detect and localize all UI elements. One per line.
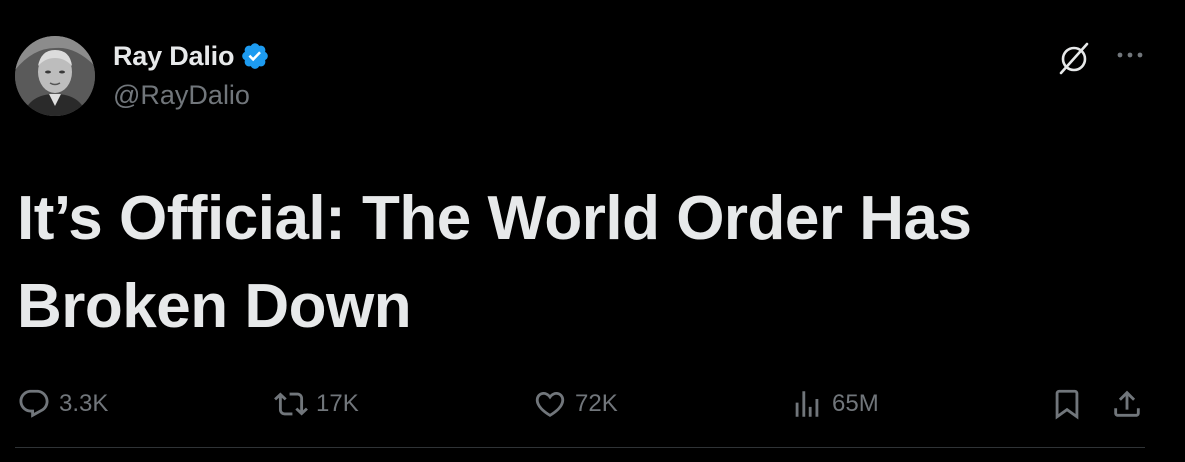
like-count: 72K bbox=[575, 390, 618, 417]
bookmark-icon bbox=[1055, 389, 1079, 420]
repost-count: 17K bbox=[316, 390, 359, 417]
grok-icon[interactable] bbox=[1054, 38, 1094, 78]
reply-count: 3.3K bbox=[59, 390, 109, 417]
repost-icon bbox=[274, 392, 308, 416]
avatar[interactable] bbox=[15, 36, 95, 116]
views-count: 65M bbox=[832, 390, 879, 417]
author-display-name[interactable]: Ray Dalio bbox=[113, 41, 234, 72]
share-icon bbox=[1114, 390, 1140, 417]
verified-badge-icon[interactable] bbox=[240, 41, 270, 71]
tweet-actions-bar: 3.3K 17K 72K 65M bbox=[0, 382, 1185, 426]
repost-button[interactable]: 17K bbox=[274, 382, 359, 426]
tweet-text: It’s Official: The World Order Has Broke… bbox=[17, 184, 972, 341]
tweet-card: Ray Dalio @RayDalio It’s Official: The W… bbox=[0, 0, 1185, 462]
author-name-row: Ray Dalio bbox=[113, 38, 270, 74]
views-icon bbox=[795, 391, 819, 417]
share-button[interactable] bbox=[1110, 382, 1144, 426]
views-button[interactable]: 65M bbox=[790, 382, 879, 426]
reply-button[interactable]: 3.3K bbox=[17, 382, 108, 426]
avatar-portrait-icon bbox=[15, 36, 95, 116]
bookmark-button[interactable] bbox=[1050, 382, 1084, 426]
divider bbox=[15, 447, 1145, 448]
reply-icon bbox=[19, 389, 49, 418]
heart-icon bbox=[535, 391, 565, 417]
author-handle[interactable]: @RayDalio bbox=[113, 80, 250, 111]
more-icon[interactable] bbox=[1110, 40, 1150, 70]
like-button[interactable]: 72K bbox=[533, 382, 618, 426]
